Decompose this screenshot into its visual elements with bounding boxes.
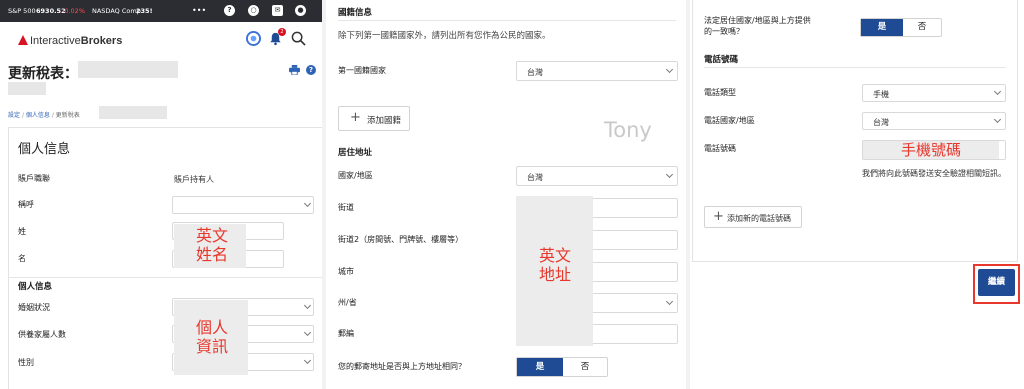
plus-icon: + xyxy=(713,209,724,224)
chevron-down-icon xyxy=(665,65,674,74)
brand-bold-text: Brokers xyxy=(80,35,123,47)
redacted-account-id xyxy=(78,61,178,78)
salutation-select[interactable] xyxy=(172,196,314,214)
continue-button[interactable]: 繼續 xyxy=(978,269,1015,296)
help-circle-icon[interactable]: ? xyxy=(306,65,316,75)
card-title: 個人信息 xyxy=(18,142,71,157)
account-role-label: 賬戶職聯 xyxy=(18,174,50,183)
chevron-down-icon xyxy=(303,199,312,208)
help-icon[interactable]: ? xyxy=(224,5,235,16)
first-nationality-value: 台灣 xyxy=(527,68,543,77)
country-select[interactable]: 台灣 xyxy=(516,166,678,186)
add-phone-button[interactable]: + 添加新的電話號碼 xyxy=(704,206,802,228)
notification-badge: 2 xyxy=(278,28,286,36)
chevron-down-icon xyxy=(993,87,1002,96)
same-mailing-no[interactable]: 否 xyxy=(563,358,607,376)
legal-residence-yes[interactable]: 是 xyxy=(861,19,903,36)
chevron-down-icon xyxy=(303,356,312,365)
street-label: 街道 xyxy=(338,203,354,212)
add-nationality-label: 添加國籍 xyxy=(367,116,402,126)
city-label: 城市 xyxy=(338,267,354,276)
redacted-breadcrumb xyxy=(99,106,167,119)
nasdaq-value: 235! xyxy=(136,7,153,15)
breadcrumb: 設定 / 個人信息 / 更新稅表 xyxy=(8,112,80,119)
annotation-personal-info-text: 個人 資訊 xyxy=(195,318,228,356)
divider xyxy=(8,277,322,278)
page-title: 更新稅表： xyxy=(8,66,78,82)
panel-personal-info: S&P 500 6930.52 -0.02% NASDAQ Comp 235! … xyxy=(0,0,322,389)
watermark-text: Tony xyxy=(604,118,652,142)
assistant-icon[interactable] xyxy=(246,31,261,46)
country-label: 國家/地區 xyxy=(338,171,373,180)
annotation-personal-info: 個人 資訊 xyxy=(184,318,240,356)
legal-residence-toggle[interactable]: 是 否 xyxy=(860,18,942,37)
interactive-brokers-logo[interactable]: InteractiveBrokers xyxy=(18,35,122,47)
first-nationality-select[interactable]: 台灣 xyxy=(516,61,678,81)
annotation-english-address: 英文 地址 xyxy=(526,246,584,284)
marital-status-label: 婚姻狀況 xyxy=(18,303,50,312)
legal-residence-no[interactable]: 否 xyxy=(903,19,941,36)
street2-label: 街道2（房間號、門牌號、樓層等） xyxy=(338,235,464,244)
market-ticker-bar: S&P 500 6930.52 -0.02% NASDAQ Comp 235! … xyxy=(0,0,322,22)
add-phone-label: 添加新的電話號碼 xyxy=(727,214,791,223)
plus-icon: + xyxy=(350,110,361,125)
annotation-english-name: 英文 姓名 xyxy=(184,226,240,264)
chevron-down-icon xyxy=(665,297,674,306)
country-value: 台灣 xyxy=(527,173,543,182)
salutation-label: 稱呼 xyxy=(18,200,34,209)
redacted-account-name xyxy=(8,82,46,95)
phone-type-select[interactable]: 手機 xyxy=(862,84,1006,102)
chat-icon[interactable]: ○ xyxy=(248,5,259,16)
sp500-label: S&P 500 xyxy=(8,7,36,15)
state-label: 州/省 xyxy=(338,298,357,307)
annotation-mobile-number: 手機號碼 xyxy=(900,141,961,159)
phone-country-value: 台灣 xyxy=(873,118,889,127)
annotation-english-address-text: 英文 地址 xyxy=(538,246,571,284)
account-role-value: 賬戶持有人 xyxy=(174,175,214,184)
legal-residence-question: 法定居住國家/地區與上方提供的一致嗎？ xyxy=(704,16,811,36)
same-mailing-question: 您的郵寄地址是否與上方地址相同？ xyxy=(338,362,466,371)
breadcrumb-personal-info[interactable]: 個人信息 xyxy=(26,112,50,119)
chevron-down-icon xyxy=(665,170,674,179)
phone-type-label: 電話類型 xyxy=(704,88,736,97)
first-nationality-label: 第一國籍國家 xyxy=(338,66,386,75)
gender-label: 性別 xyxy=(18,358,34,367)
surname-label: 姓 xyxy=(18,227,26,236)
section-nationality: 國籍信息 xyxy=(338,8,373,18)
nationality-description: 除下列第一國籍國家外，請列出所有您作為公民的國家。 xyxy=(338,31,551,41)
nasdaq-label: NASDAQ Comp xyxy=(92,7,141,15)
postal-code-label: 郵編 xyxy=(338,329,354,338)
phone-country-label: 電話國家/地區 xyxy=(704,116,755,125)
same-mailing-toggle[interactable]: 是 否 xyxy=(516,357,608,377)
annotation-english-name-text: 英文 姓名 xyxy=(195,226,228,264)
dependents-label: 供養家屬人數 xyxy=(18,330,66,339)
given-name-label: 名 xyxy=(18,254,26,263)
breadcrumb-current: 更新稅表 xyxy=(55,112,80,119)
brand-mark-icon xyxy=(18,35,28,45)
section-personal-info: 個人信息 xyxy=(18,282,53,292)
section-residential-address: 居住地址 xyxy=(338,148,373,158)
divider xyxy=(704,67,1006,68)
same-mailing-yes[interactable]: 是 xyxy=(517,358,563,376)
section-phone: 電話號碼 xyxy=(704,55,739,65)
divider xyxy=(338,20,676,21)
user-icon[interactable]: ● xyxy=(295,5,306,16)
print-icon[interactable] xyxy=(289,65,300,75)
more-menu-icon[interactable]: ••• xyxy=(192,6,206,15)
chevron-down-icon xyxy=(993,115,1002,124)
search-icon[interactable] xyxy=(291,31,306,46)
brand-light-text: Interactive xyxy=(30,35,81,47)
phone-country-select[interactable]: 台灣 xyxy=(862,112,1006,130)
chevron-down-icon xyxy=(303,301,312,310)
add-nationality-button[interactable]: + 添加國籍 xyxy=(338,106,410,131)
phone-type-value: 手機 xyxy=(873,90,889,99)
mail-icon[interactable]: ✉ xyxy=(272,5,283,16)
phone-number-label: 電話號碼 xyxy=(704,144,736,153)
sp500-change: -0.02% xyxy=(62,7,85,15)
chevron-down-icon xyxy=(303,328,312,337)
phone-verify-note: 我們將向此號碼發送安全驗證相關短訊。 xyxy=(862,169,1006,178)
breadcrumb-settings[interactable]: 設定 xyxy=(8,112,20,119)
